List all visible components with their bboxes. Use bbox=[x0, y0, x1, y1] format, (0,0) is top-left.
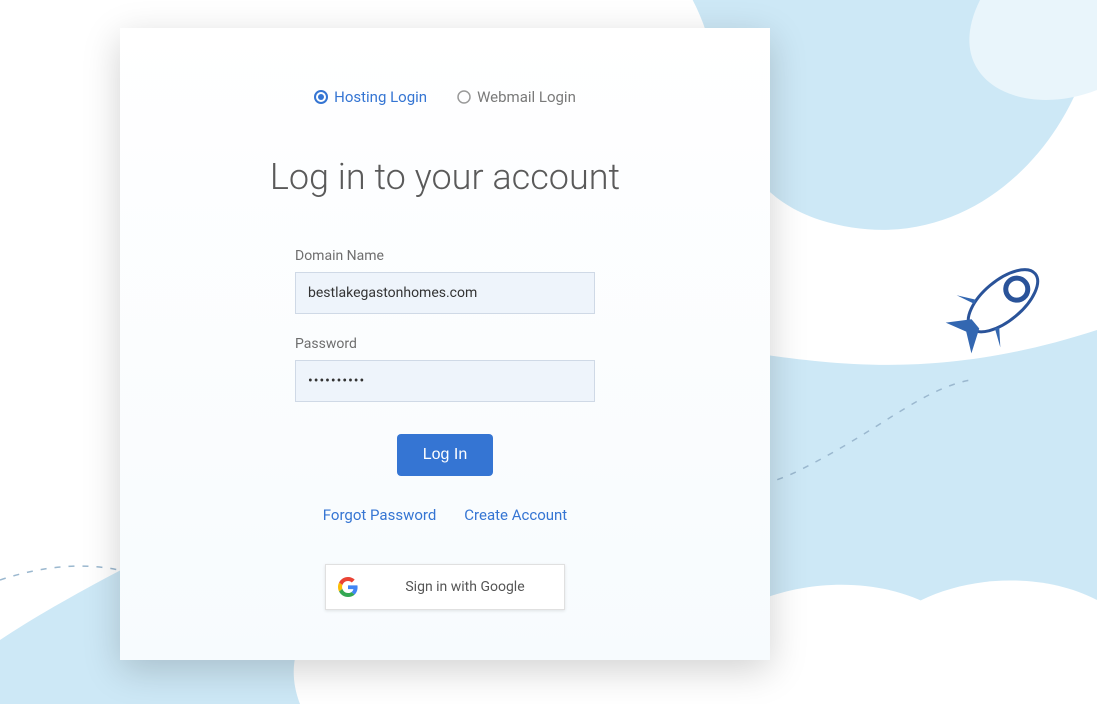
tab-webmail-label: Webmail Login bbox=[477, 88, 576, 106]
password-input[interactable] bbox=[295, 360, 595, 402]
secondary-links: Forgot Password Create Account bbox=[200, 506, 690, 524]
login-type-tabs: Hosting Login Webmail Login bbox=[200, 88, 690, 106]
domain-name-input[interactable] bbox=[295, 272, 595, 314]
tab-hosting-login[interactable]: Hosting Login bbox=[314, 88, 427, 106]
google-signin-label: Sign in with Google bbox=[388, 579, 552, 595]
login-card: Hosting Login Webmail Login Log in to yo… bbox=[120, 28, 770, 660]
google-signin-button[interactable]: Sign in with Google bbox=[325, 564, 565, 610]
tab-hosting-label: Hosting Login bbox=[334, 88, 427, 106]
login-form: Domain Name Password Log In bbox=[295, 248, 595, 476]
radio-selected-icon bbox=[314, 90, 328, 104]
page-title: Log in to your account bbox=[200, 156, 690, 198]
login-button[interactable]: Log In bbox=[397, 434, 493, 476]
domain-name-label: Domain Name bbox=[295, 248, 595, 264]
radio-unselected-icon bbox=[457, 90, 471, 104]
forgot-password-link[interactable]: Forgot Password bbox=[323, 506, 437, 524]
tab-webmail-login[interactable]: Webmail Login bbox=[457, 88, 576, 106]
password-label: Password bbox=[295, 336, 595, 352]
create-account-link[interactable]: Create Account bbox=[464, 506, 567, 524]
google-icon bbox=[338, 577, 358, 597]
